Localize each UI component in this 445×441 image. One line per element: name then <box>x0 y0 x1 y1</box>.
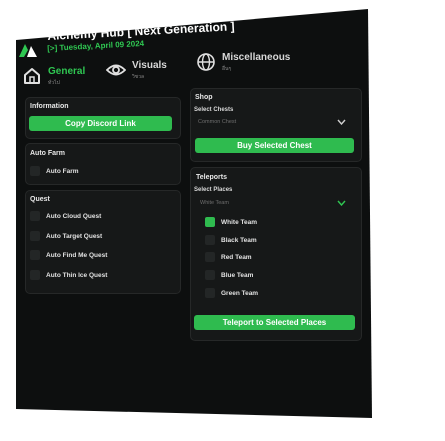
place-option-green-team[interactable]: Green Team <box>205 288 258 298</box>
tab-general-sub: ทั่วไป <box>48 80 60 86</box>
place-option-red-team[interactable]: Red Team <box>205 252 252 262</box>
checkbox[interactable] <box>205 270 215 280</box>
tab-miscellaneous-label: Miscellaneous <box>222 52 291 63</box>
option-label: Green Team <box>221 289 259 297</box>
option-label: Red Team <box>221 253 252 261</box>
chevron-down-icon <box>337 200 346 206</box>
tab-visuals-label: Visuals <box>132 60 167 71</box>
chevron-down-icon <box>337 119 346 125</box>
tab-visuals[interactable]: Visuals วิชวล <box>106 60 167 81</box>
teleports-title: Teleports <box>196 174 227 181</box>
toggle-label: Auto Find Me Quest <box>46 251 108 259</box>
select-places-dropdown[interactable]: White Team <box>200 197 346 209</box>
tab-general-label: General <box>48 66 86 77</box>
option-label: Blue Team <box>221 271 254 279</box>
teleport-to-selected-places-button[interactable]: Teleport to Selected Places <box>194 315 355 330</box>
place-option-white-team[interactable]: White Team <box>205 217 257 227</box>
tab-miscellaneous[interactable]: Miscellaneous อื่นๆ <box>196 52 290 73</box>
copy-discord-link-button[interactable]: Copy Discord Link <box>29 116 172 131</box>
globe-icon <box>197 53 215 71</box>
place-option-black-team[interactable]: Black Team <box>205 235 257 245</box>
toggle-label: Auto Target Quest <box>46 232 103 240</box>
auto-find-me-quest-toggle[interactable]: Auto Find Me Quest <box>30 250 107 260</box>
checkbox[interactable] <box>205 288 215 298</box>
checkbox[interactable] <box>30 166 40 176</box>
toggle-label: Auto Cloud Quest <box>46 212 102 220</box>
select-places-label: Select Places <box>194 187 233 193</box>
checkbox[interactable] <box>205 235 215 245</box>
auto-thin-ice-quest-toggle[interactable]: Auto Thin Ice Quest <box>30 270 107 280</box>
auto-cloud-quest-toggle[interactable]: Auto Cloud Quest <box>30 211 101 221</box>
select-chests-label: Select Chests <box>194 107 234 113</box>
place-option-blue-team[interactable]: Blue Team <box>205 270 253 280</box>
tab-miscellaneous-sub: อื่นๆ <box>222 66 232 72</box>
option-label: Black Team <box>221 236 257 244</box>
quest-title: Quest <box>30 196 50 203</box>
auto-target-quest-toggle[interactable]: Auto Target Quest <box>30 231 102 241</box>
auto-farm-toggle[interactable]: Auto Farm <box>30 166 79 176</box>
toggle-label: Auto Thin Ice Quest <box>46 271 108 279</box>
buy-selected-chest-button[interactable]: Buy Selected Chest <box>195 138 354 153</box>
toggle-label: Auto Farm <box>46 167 79 175</box>
tab-general[interactable]: General ทั่วไป <box>22 66 85 87</box>
tab-visuals-sub: วิชวล <box>132 74 145 80</box>
home-icon <box>24 68 40 84</box>
alchemy-logo-icon <box>19 44 37 57</box>
checkbox[interactable] <box>30 250 40 260</box>
auto-farm-title: Auto Farm <box>30 150 65 157</box>
eye-icon <box>106 64 126 76</box>
option-label: White Team <box>221 218 257 226</box>
checkbox[interactable] <box>30 211 40 221</box>
hub-window: Alchemy Hub [ Next Generation ] [>] Tues… <box>16 9 372 418</box>
checkbox[interactable] <box>30 270 40 280</box>
select-chests-dropdown[interactable]: Common Chest <box>198 116 346 128</box>
shop-title: Shop <box>195 94 213 101</box>
checkbox[interactable] <box>205 252 215 262</box>
information-title: Information <box>30 103 69 110</box>
checkbox[interactable] <box>205 217 215 227</box>
checkbox[interactable] <box>30 231 40 241</box>
dropdown-value: Common Chest <box>198 119 237 125</box>
dropdown-value: White Team <box>200 200 229 206</box>
